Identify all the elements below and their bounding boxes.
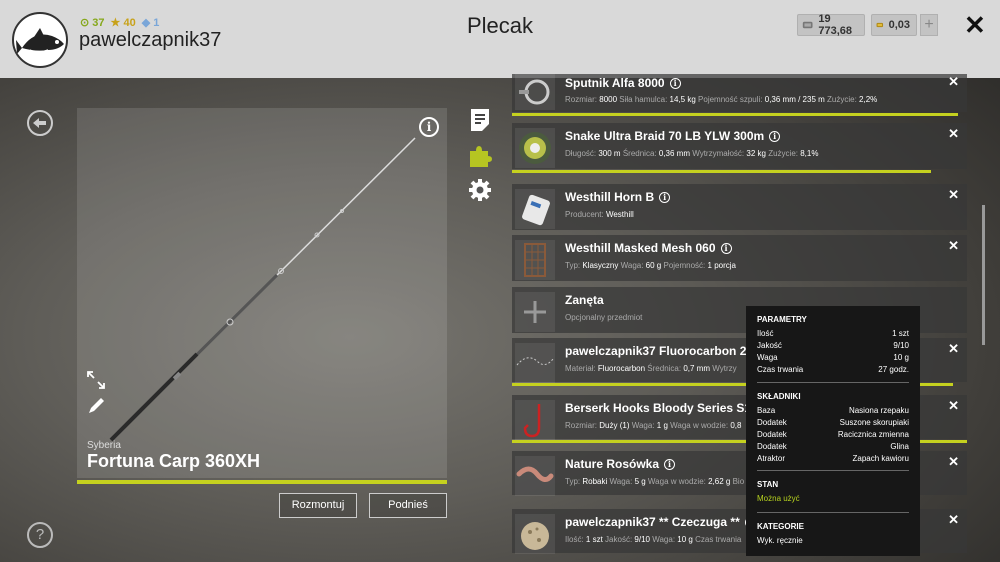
list-item-feeder[interactable]: Westhill Masked Mesh 060 i Typ: Klasyczny… <box>512 235 967 281</box>
bite-alarm-icon <box>515 189 555 229</box>
rod-name: Fortuna Carp 360XH <box>87 451 261 471</box>
item-name: Zanęta <box>565 293 604 307</box>
divider <box>757 512 909 513</box>
help-button[interactable]: ? <box>27 522 53 548</box>
item-props: Rozmiar: 8000 Siła hamulca: 14,5 kg Poje… <box>565 95 878 104</box>
pickup-button[interactable]: Podnieś <box>369 493 447 518</box>
rod-condition-bar <box>77 480 447 484</box>
tooltip-row: Baza Nasiona rzepaku <box>757 406 909 415</box>
remove-button[interactable]: ✕ <box>948 454 959 470</box>
item-props: Typ: Klasyczny Waga: 60 g Pojemność: 1 p… <box>565 261 736 270</box>
tooltip-state-title: STAN <box>757 480 779 489</box>
tooltip-row: Atraktor Zapach kawioru <box>757 454 909 463</box>
line-spool-icon <box>515 128 555 168</box>
gold-coins-icon <box>876 22 884 28</box>
remove-button[interactable]: ✕ <box>948 238 959 254</box>
item-name: Nature Rosówka i <box>565 457 676 471</box>
wear-bar <box>512 113 958 116</box>
info-icon[interactable]: i <box>720 243 732 254</box>
item-props: Opcjonalny przedmiot <box>565 313 643 322</box>
info-icon[interactable]: i <box>659 192 671 203</box>
tooltip-row: Dodatek Racicznica zmienna <box>757 430 909 439</box>
tooltip-state-value: Można użyć <box>757 494 800 503</box>
remove-button[interactable]: ✕ <box>948 341 959 357</box>
back-arrow-icon <box>33 118 46 128</box>
remove-button[interactable]: ✕ <box>948 187 959 203</box>
add-currency-button[interactable]: + <box>920 14 938 36</box>
tooltip-row: Jakość 9/10 <box>757 341 909 350</box>
hook-icon <box>515 400 555 440</box>
fishing-rod-image <box>109 137 416 442</box>
tooltip-row: Ilość 1 szt <box>757 329 909 338</box>
info-icon[interactable]: i <box>664 459 676 470</box>
item-props: Materiał: Fluorocarbon Średnica: 0,7 mm … <box>565 364 737 373</box>
expand-icon[interactable] <box>86 370 106 390</box>
tooltip-row: Dodatek Glina <box>757 442 909 451</box>
list-scrollbar[interactable] <box>982 205 985 345</box>
back-button[interactable] <box>27 110 53 136</box>
item-props: Rozmiar: Duży (1) Waga: 1 g Waga w wodzi… <box>565 421 742 430</box>
disassemble-button[interactable]: Rozmontuj <box>279 493 357 518</box>
item-props: Ilość: 1 szt Jakość: 9/10 Waga: 10 g Cza… <box>565 535 742 544</box>
item-name: pawelczapnik37 ** Czeczuga **i <box>565 515 756 529</box>
rod-info-button[interactable]: i <box>419 117 439 137</box>
feeder-icon <box>515 240 555 280</box>
worm-icon <box>515 456 555 496</box>
divider <box>757 470 909 471</box>
info-icon[interactable]: i <box>669 78 681 89</box>
close-button[interactable]: ✕ <box>964 12 986 38</box>
tooltip-params-title: PARAMETRY <box>757 315 807 324</box>
silver-coins-icon <box>802 21 813 29</box>
item-props: Typ: Robaki Waga: 5 g Waga w wodzie: 2,6… <box>565 477 745 486</box>
rod-region: Syberia <box>87 440 121 451</box>
item-props: Producent: Westhill <box>565 210 634 219</box>
item-name: Westhill Horn Bi <box>565 190 671 204</box>
tooltip-category-value: Wyk. ręcznie <box>757 536 803 545</box>
divider <box>757 382 909 383</box>
edit-pen-icon[interactable] <box>86 396 106 416</box>
remove-button[interactable]: ✕ <box>948 398 959 414</box>
reel-icon <box>515 74 555 110</box>
info-icon[interactable]: i <box>769 131 781 142</box>
remove-button[interactable]: ✕ <box>948 512 959 528</box>
list-item-reel[interactable]: Sputnik Alfa 8000 i Rozmiar: 8000 Siła ha… <box>512 74 967 116</box>
item-name: Sputnik Alfa 8000 i <box>565 76 681 90</box>
tooltip-row: Dodatek Suszone skorupiaki <box>757 418 909 427</box>
item-name: Snake Ultra Braid 70 LB YLW 300m i <box>565 129 781 143</box>
puzzle-icon[interactable] <box>468 143 492 167</box>
list-item-line[interactable]: Snake Ultra Braid 70 LB YLW 300m i Długoś… <box>512 123 967 173</box>
item-name: Westhill Masked Mesh 060 i <box>565 241 732 255</box>
item-tooltip: PARAMETRY Ilość 1 szt Jakość 9/10 Waga 10 g… <box>746 306 920 556</box>
list-item-bite-alarm[interactable]: Westhill Horn Bi Producent: Westhill ✕ <box>512 184 967 230</box>
item-props: Długość: 300 m Średnica: 0,36 mm Wytrzym… <box>565 149 819 158</box>
tooltip-row: Czas trwania 27 godz. <box>757 365 909 374</box>
silver-amount: 19 773,68 <box>818 13 852 37</box>
wear-bar <box>512 170 931 173</box>
rod-preview <box>77 108 447 478</box>
tooltip-row: Waga 10 g <box>757 353 909 362</box>
notes-icon[interactable] <box>468 108 492 132</box>
top-bar: ⊙ 37 ★ 40 ◆ 1 pawelczapnik37 Plecak 19 7… <box>0 0 1000 78</box>
remove-button[interactable]: ✕ <box>948 126 959 142</box>
add-slot-icon[interactable] <box>515 292 555 332</box>
gear-icon[interactable] <box>468 178 492 202</box>
groundbait-ball-icon <box>515 514 555 554</box>
item-name: Berserk Hooks Bloody Series S1i <box>565 401 768 415</box>
remove-button[interactable]: ✕ <box>948 74 959 90</box>
tooltip-ingredients-title: SKŁADNIKI <box>757 392 801 401</box>
item-name: pawelczapnik37 Fluorocarbon 27, <box>565 344 757 358</box>
gold-amount: 0,03 <box>888 19 910 31</box>
silver-currency[interactable]: 19 773,68 <box>797 13 865 37</box>
tooltip-category-title: KATEGORIE <box>757 522 804 531</box>
leader-line-icon <box>515 343 555 383</box>
gold-currency[interactable]: 0,03 <box>871 14 917 36</box>
